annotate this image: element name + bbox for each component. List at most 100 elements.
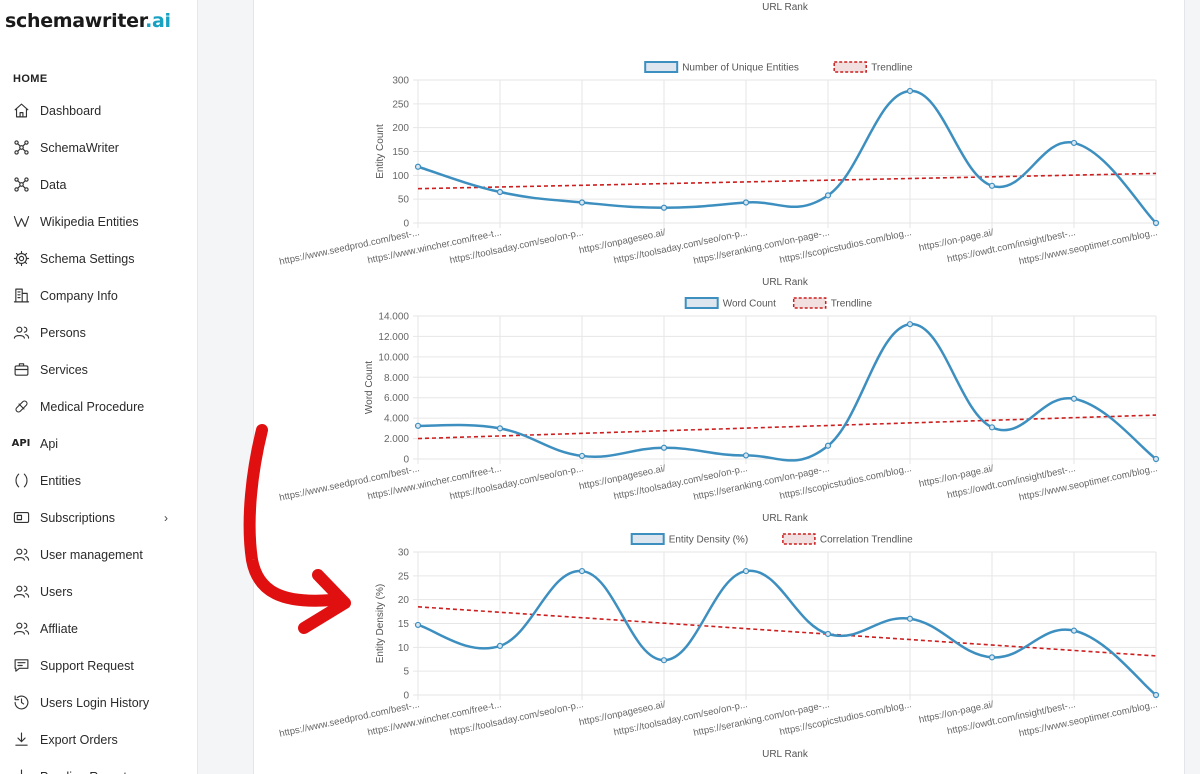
sidebar: schemawriter.ai HOME Dashboard SchemaWrit…	[0, 0, 198, 774]
sidebar-item-label: Services	[40, 362, 88, 377]
chart1-legend-label-series: Number of Unique Entities	[682, 63, 799, 74]
chart3-trendline	[417, 606, 1157, 657]
chart2-yaxis-label: Word Count	[364, 361, 375, 414]
chart1-data-point	[578, 199, 586, 206]
chart1-data-point	[496, 188, 504, 196]
sidebar-item-user-management[interactable]: User management	[0, 536, 197, 573]
chart1-legend-swatch-series	[644, 61, 679, 73]
sidebar-item-affliate[interactable]: Affliate	[0, 610, 197, 647]
users-icon	[12, 583, 30, 601]
sidebar-item-pending-report[interactable]: Pending Report	[0, 758, 197, 774]
chart2-legend-swatch-series	[684, 297, 719, 309]
chart2-ytick-label: 4.000	[384, 414, 409, 425]
sidebar-item-entities[interactable]: Entities	[0, 462, 197, 499]
chart2-ytick-label: 12.000	[378, 332, 409, 343]
chart3-legend-swatch-series	[630, 533, 665, 545]
sidebar-item-api[interactable]: API Api	[0, 425, 197, 462]
chart2-data-point	[660, 444, 668, 451]
sidebar-item-wikipedia-entities[interactable]: Wikipedia Entities	[0, 203, 197, 240]
chart2-data-point	[906, 321, 914, 328]
chart1-data-point	[988, 182, 996, 189]
chart2-data-point	[824, 442, 832, 449]
chart3-ytick-label: 0	[403, 691, 409, 702]
chart3-data-point	[824, 630, 832, 638]
sidebar-item-subscriptions[interactable]: Subscriptions ›	[0, 499, 197, 536]
chart3-data-point	[660, 657, 668, 664]
chart1-series-line	[417, 89, 1157, 224]
sidebar-item-persons[interactable]: Persons	[0, 314, 197, 351]
sidebar-item-schema-settings[interactable]: Schema Settings	[0, 240, 197, 277]
chart3-xtick-label: https://www.seedprod.com/best-...	[278, 699, 420, 740]
download-icon	[12, 768, 30, 774]
chart2-ytick-label: 14.000	[378, 312, 409, 323]
api-icon: API	[11, 438, 31, 449]
chart2-data-point	[496, 425, 504, 432]
sidebar-item-label: Support Request	[40, 658, 134, 673]
sidebar-item-export-orders[interactable]: Export Orders	[0, 721, 197, 758]
sidebar-item-label: Subscriptions	[40, 510, 116, 525]
sidebar-item-company-info[interactable]: Company Info	[0, 277, 197, 314]
sidebar-item-data[interactable]: Data	[0, 166, 197, 203]
wikipedia-icon	[12, 213, 30, 231]
chart3-data-point	[988, 654, 996, 661]
chart2-ytick-label: 8.000	[384, 373, 409, 384]
chart3-series-line	[417, 569, 1157, 696]
sidebar-item-users[interactable]: Users	[0, 573, 197, 610]
pill-icon	[12, 398, 30, 416]
sidebar-item-label: Users Login History	[40, 695, 150, 710]
chart1-legend-label-trend: Trendline	[871, 63, 913, 74]
chart1-ytick-label: 200	[392, 123, 409, 134]
sidebar-item-services[interactable]: Services	[0, 351, 197, 388]
users-icon	[12, 620, 30, 638]
chart1-legend-swatch-trend	[833, 61, 867, 73]
chart3-xaxis-label: URL Rank	[762, 749, 809, 760]
chart2-series-line	[417, 322, 1157, 462]
gear-icon	[12, 250, 30, 268]
brand-logo[interactable]: schemawriter.ai	[5, 10, 171, 32]
top-xaxis-label: URL Rank	[762, 2, 809, 13]
chart1-ytick-label: 50	[398, 195, 410, 206]
chart1-yaxis-label: Entity Count	[375, 124, 386, 179]
brand-suffix: .ai	[145, 10, 171, 32]
chart3-data-point	[1070, 627, 1078, 634]
nodes-icon	[12, 139, 30, 157]
chart1-ytick-label: 250	[392, 99, 409, 110]
chevron-right-icon[interactable]: ›	[164, 511, 168, 525]
sidebar-item-label: Data	[40, 177, 67, 192]
chart3-legend-label-trend: Correlation Trendline	[820, 535, 913, 546]
chart1-xtick-label: https://www.seoptimer.com/blog...	[1018, 227, 1159, 267]
brand-name: schemawriter	[5, 10, 146, 32]
chart2-data-point	[1152, 455, 1160, 463]
charts-canvas: URL Rank050100150200250300https://www.se…	[278, 2, 1160, 760]
chart3-data-point	[1152, 691, 1160, 699]
chart1-data-point	[742, 199, 750, 206]
chart1-data-point	[1152, 219, 1160, 227]
sidebar-item-medical-procedure[interactable]: Medical Procedure	[0, 388, 197, 425]
chart1-data-point	[906, 87, 914, 95]
chart2-ytick-label: 10.000	[378, 352, 409, 363]
chart1-data-point	[660, 204, 668, 211]
chart1-ytick-label: 0	[403, 219, 409, 230]
sidebar-item-dashboard[interactable]: Dashboard	[0, 92, 197, 129]
home-icon	[12, 102, 30, 120]
chart3-xtick-label: https://seranking.com/on-page-...	[692, 699, 830, 739]
chart3-ytick-label: 30	[398, 548, 410, 559]
message-icon	[12, 657, 30, 675]
chart1-xtick-label: https://www.seedprod.com/best-...	[278, 227, 420, 268]
chart3-ytick-label: 25	[398, 571, 410, 582]
sidebar-item-label: Affliate	[40, 621, 78, 636]
users-icon	[12, 546, 30, 564]
chart1-data-point	[1070, 139, 1078, 147]
sidebar-item-support-request[interactable]: Support Request	[0, 647, 197, 684]
chart3-ytick-label: 20	[398, 595, 410, 606]
chart2-legend-swatch-trend	[792, 297, 827, 309]
parentheses-icon	[12, 472, 30, 490]
chart3-legend-swatch-trend	[782, 533, 816, 545]
chart2-ytick-label: 2.000	[384, 434, 409, 445]
sidebar-item-users-login-history[interactable]: Users Login History	[0, 684, 197, 721]
chart2-legend-label-trend: Trendline	[831, 299, 873, 310]
sidebar-item-schemawriter[interactable]: SchemaWriter	[0, 129, 197, 166]
chart1-ytick-label: 150	[392, 147, 409, 158]
sidebar-item-label: Company Info	[40, 288, 118, 303]
sidebar-item-label: Api	[40, 436, 59, 451]
